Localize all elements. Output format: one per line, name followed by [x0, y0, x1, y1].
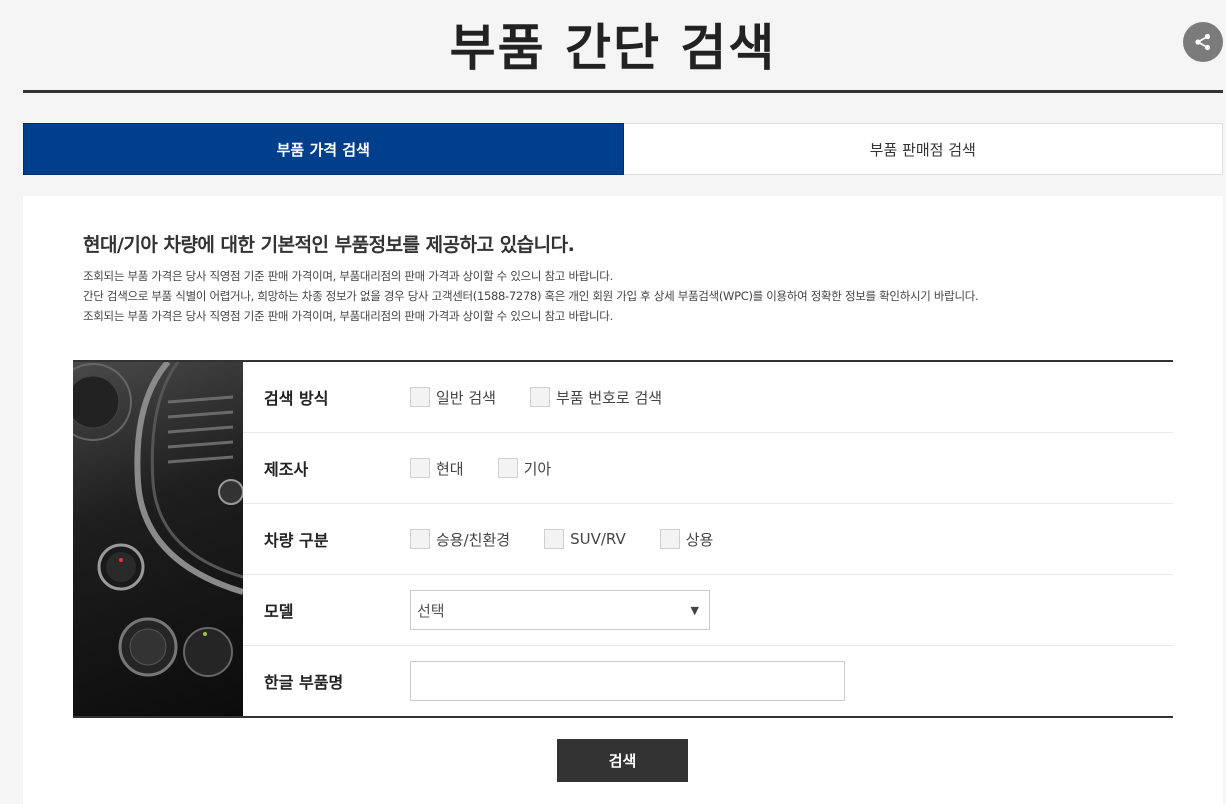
vehicle-type-label: 차량 구분: [264, 531, 329, 550]
row-manufacturer: 제조사 현대 기아: [243, 433, 1173, 504]
option-part-number-search[interactable]: 부품 번호로 검색: [529, 387, 663, 408]
part-name-input[interactable]: [410, 661, 845, 701]
share-icon: [1195, 33, 1211, 51]
option-label: SUV/RV: [570, 530, 626, 548]
intro-headline: 현대/기아 차량에 대한 기본적인 부품정보를 제공하고 있습니다.: [83, 234, 575, 256]
model-selected-value: 선택: [417, 601, 445, 620]
option-hyundai[interactable]: 현대: [410, 458, 464, 479]
option-label: 승용/친환경: [436, 530, 511, 549]
option-label: 부품 번호로 검색: [555, 388, 663, 407]
part-number-search-checkbox[interactable]: [529, 387, 550, 407]
form-rows: 검색 방식 일반 검색 부품 번호로 검색 제조사 현대 기아 차량 구분 승용…: [243, 362, 1173, 716]
row-search-method: 검색 방식 일반 검색 부품 번호로 검색: [243, 362, 1173, 433]
intro-note: 조회되는 부품 가격은 당사 직영점 기준 판매 가격이며, 부품대리점의 판매…: [83, 269, 613, 283]
row-part-name: 한글 부품명: [243, 646, 1173, 716]
general-search-checkbox[interactable]: [410, 387, 430, 407]
option-label: 현대: [436, 459, 464, 478]
option-general-search[interactable]: 일반 검색: [410, 387, 496, 408]
option-commercial[interactable]: 상용: [659, 529, 714, 550]
car-interior-image: [73, 362, 243, 716]
intro-note: 간단 검색으로 부품 식별이 어렵거나, 희망하는 차종 정보가 없을 경우 당…: [83, 289, 979, 303]
option-suv-rv[interactable]: SUV/RV: [544, 529, 626, 549]
option-label: 기아: [523, 459, 552, 478]
search-button[interactable]: 검색: [557, 739, 688, 782]
manufacturer-label: 제조사: [264, 460, 309, 479]
share-button[interactable]: [1183, 22, 1223, 62]
title-divider: [23, 90, 1223, 93]
kia-checkbox[interactable]: [497, 458, 518, 478]
search-form: 검색 방식 일반 검색 부품 번호로 검색 제조사 현대 기아 차량 구분 승용…: [73, 360, 1173, 718]
row-model: 모델 선택 ▼: [243, 575, 1173, 646]
page-title: 부품 간단 검색: [449, 19, 777, 77]
suv-rv-checkbox[interactable]: [544, 529, 565, 549]
hyundai-checkbox[interactable]: [410, 458, 430, 478]
manufacturer-options: 현대 기아: [410, 458, 585, 479]
model-select[interactable]: 선택 ▼: [410, 590, 710, 630]
commercial-checkbox[interactable]: [659, 529, 680, 549]
option-label: 상용: [685, 530, 714, 549]
model-label: 모델: [264, 602, 294, 621]
search-panel: 현대/기아 차량에 대한 기본적인 부품정보를 제공하고 있습니다. 조회되는 …: [23, 196, 1223, 804]
tab-part-dealer-search[interactable]: 부품 판매점 검색: [623, 123, 1223, 175]
intro-notes: 조회되는 부품 가격은 당사 직영점 기준 판매 가격이며, 부품대리점의 판매…: [83, 266, 979, 326]
search-method-options: 일반 검색 부품 번호로 검색: [410, 387, 696, 408]
tab-bar: 부품 가격 검색 부품 판매점 검색: [23, 123, 1223, 175]
part-name-label: 한글 부품명: [264, 673, 344, 692]
option-kia[interactable]: 기아: [497, 458, 552, 479]
intro-note: 조회되는 부품 가격은 당사 직영점 기준 판매 가격이며, 부품대리점의 판매…: [83, 309, 613, 323]
tab-part-price-search[interactable]: 부품 가격 검색: [23, 123, 624, 175]
row-vehicle-type: 차량 구분 승용/친환경 SUV/RV 상용: [243, 504, 1173, 575]
option-passenger-eco[interactable]: 승용/친환경: [410, 529, 510, 550]
passenger-eco-checkbox[interactable]: [410, 529, 430, 549]
search-method-label: 검색 방식: [264, 389, 329, 408]
vehicle-type-options: 승용/친환경 SUV/RV 상용: [410, 529, 747, 550]
chevron-down-icon: ▼: [690, 603, 699, 617]
option-label: 일반 검색: [436, 388, 496, 407]
